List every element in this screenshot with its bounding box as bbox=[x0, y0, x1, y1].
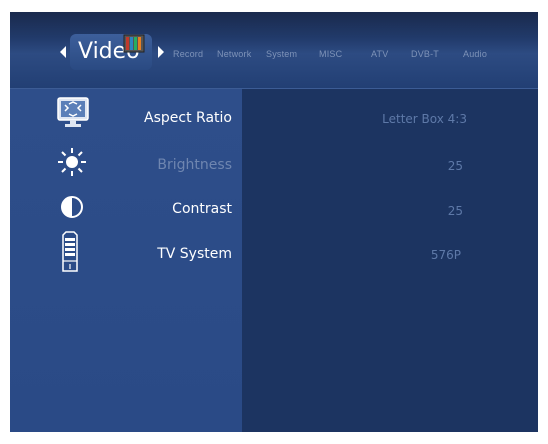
setting-value-brightness[interactable]: 25 bbox=[448, 159, 463, 173]
sun-icon bbox=[58, 148, 86, 176]
setting-label-aspect-ratio[interactable]: Aspect Ratio bbox=[144, 110, 232, 126]
tab-network[interactable]: Network bbox=[217, 49, 251, 59]
setting-value-aspect-ratio[interactable]: Letter Box 4:3 bbox=[382, 112, 467, 126]
monitor-icon bbox=[57, 97, 89, 127]
setting-value-tv-system[interactable]: 576P bbox=[431, 248, 461, 262]
tab-dvbt[interactable]: DVB-T bbox=[411, 49, 439, 59]
tab-atv[interactable]: ATV bbox=[371, 49, 388, 59]
tv-system-icon bbox=[62, 231, 78, 272]
tab-next-arrow-icon[interactable] bbox=[158, 46, 164, 58]
tab-misc[interactable]: MISC bbox=[319, 49, 342, 59]
setting-label-brightness[interactable]: Brightness bbox=[157, 157, 232, 173]
contrast-icon bbox=[61, 196, 83, 218]
tab-audio[interactable]: Audio bbox=[463, 49, 487, 59]
video-film-icon bbox=[123, 34, 145, 53]
setting-label-contrast[interactable]: Contrast bbox=[172, 201, 232, 217]
settings-screen: Video Record Network System MISC ATV DVB… bbox=[10, 12, 538, 432]
tab-system[interactable]: System bbox=[266, 49, 297, 59]
setting-value-contrast[interactable]: 25 bbox=[448, 204, 463, 218]
tab-bar: Video Record Network System MISC ATV DVB… bbox=[10, 12, 538, 89]
tab-prev-arrow-icon[interactable] bbox=[60, 46, 66, 58]
setting-label-tv-system[interactable]: TV System bbox=[157, 246, 232, 262]
settings-right-panel bbox=[242, 89, 538, 432]
tab-record[interactable]: Record bbox=[173, 49, 203, 59]
